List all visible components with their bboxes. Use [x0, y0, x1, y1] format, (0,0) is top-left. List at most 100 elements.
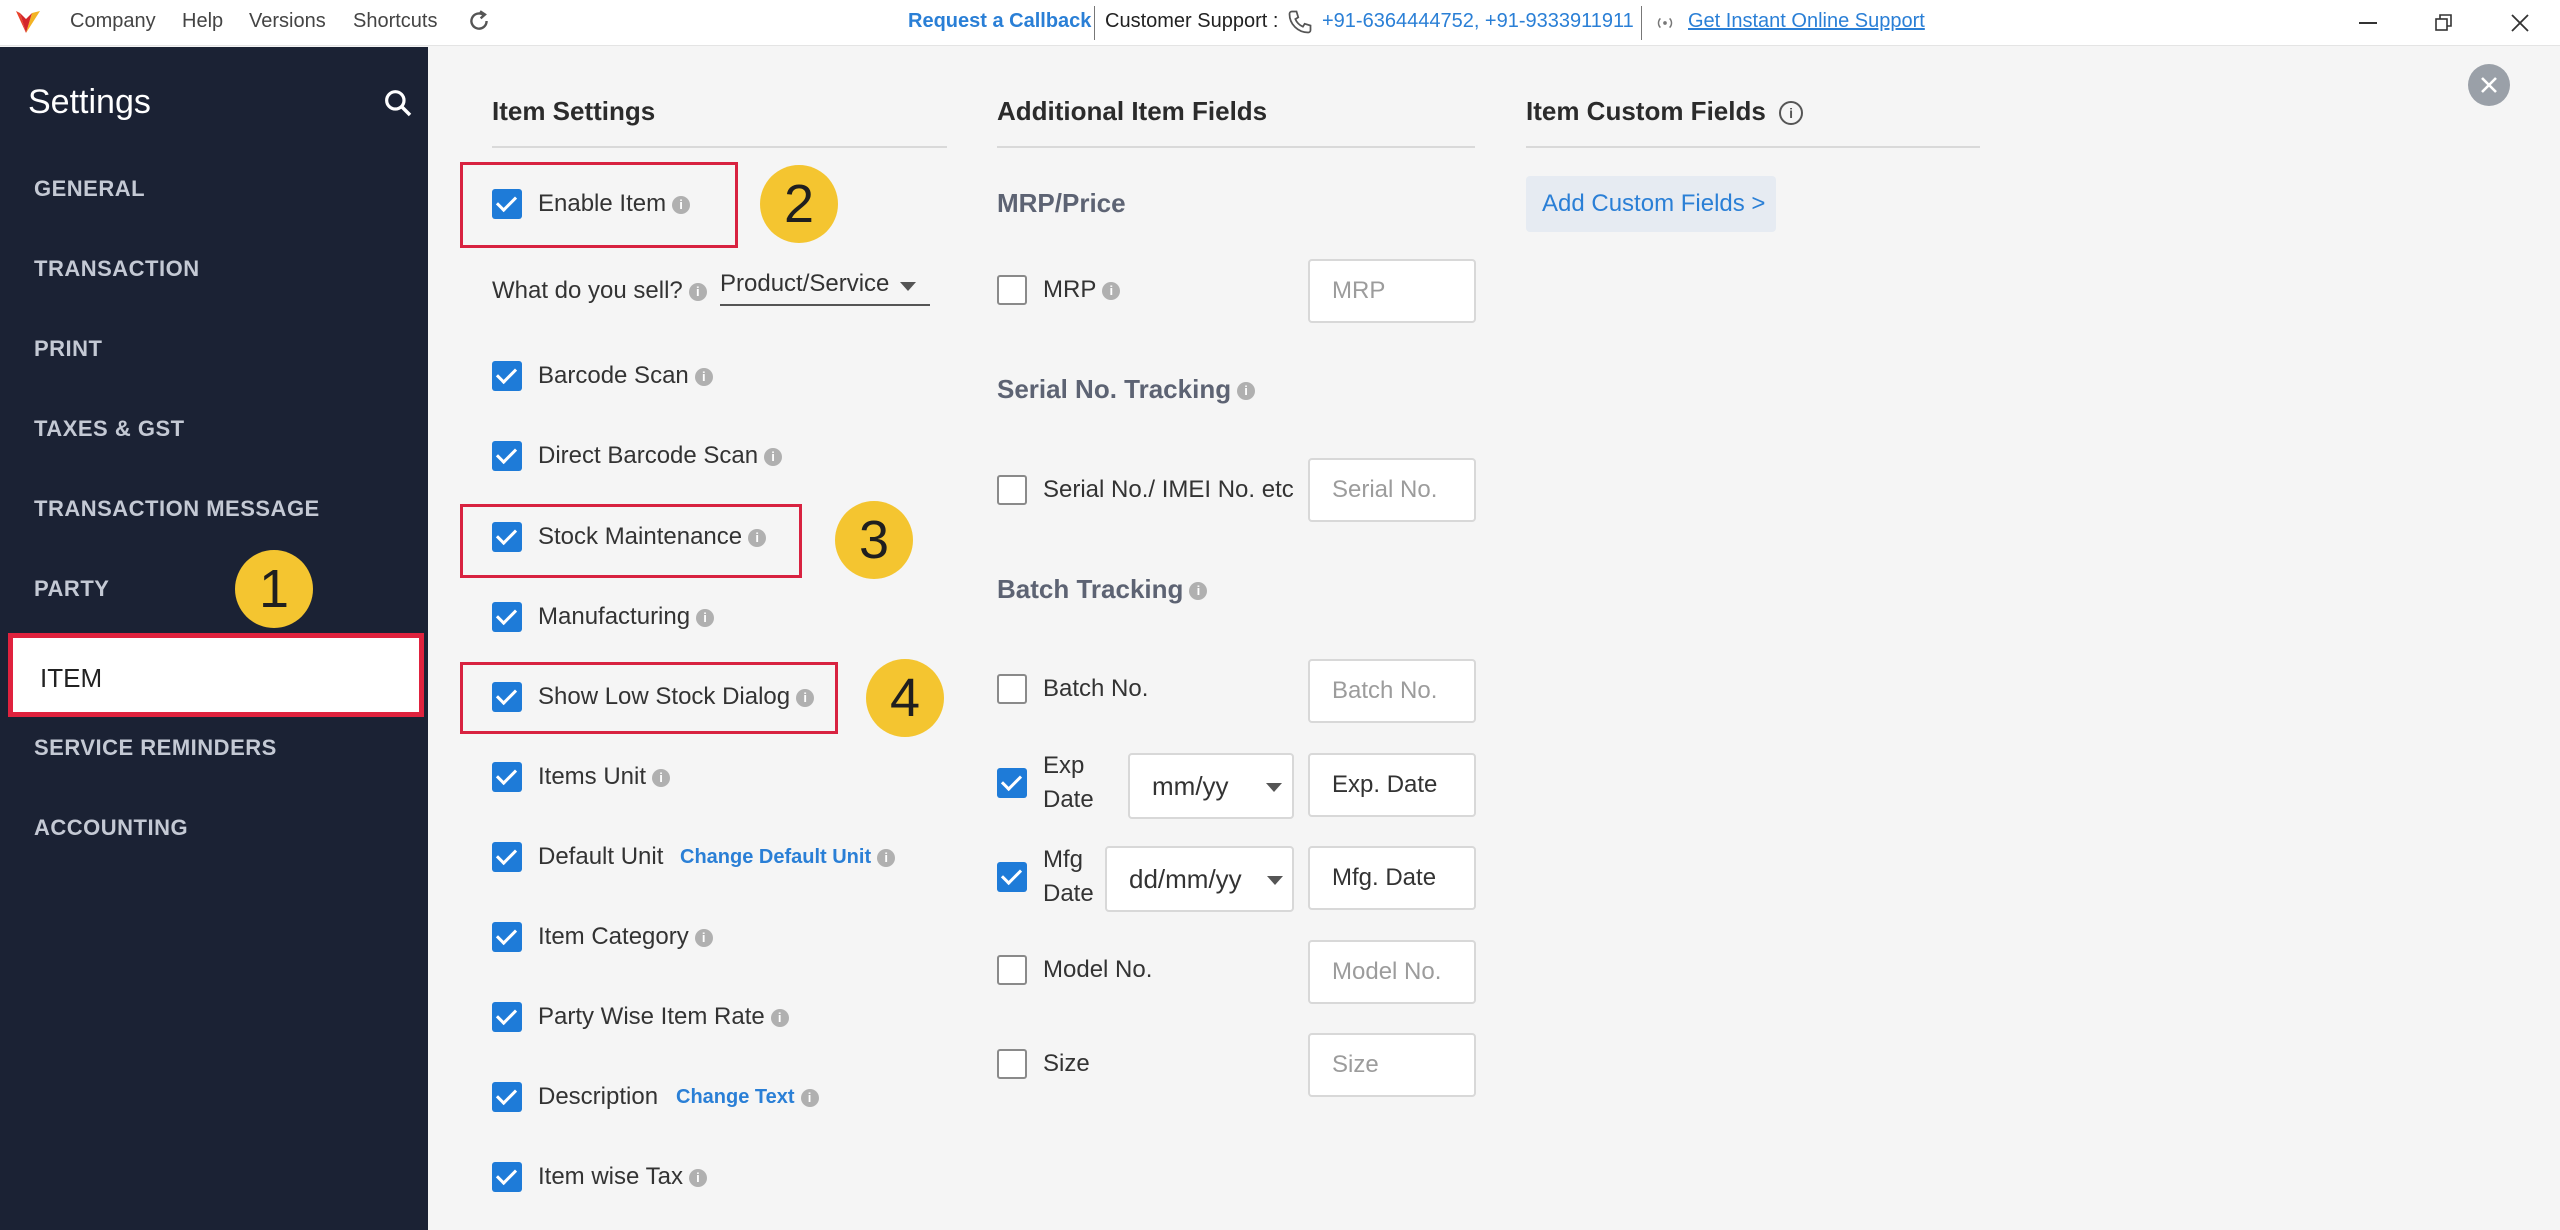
sidebar-item-accounting[interactable]: ACCOUNTING: [34, 815, 188, 841]
info-icon[interactable]: i: [688, 282, 707, 301]
instant-online-support-link[interactable]: Get Instant Online Support: [1688, 10, 1925, 33]
exp-date-checkbox[interactable]: [997, 768, 1027, 798]
info-icon[interactable]: i: [652, 768, 671, 787]
divider: [997, 146, 1475, 148]
sidebar-item-item[interactable]: ITEM: [8, 633, 424, 717]
stock-maintenance-checkbox[interactable]: [492, 522, 522, 552]
option-label: Items Unit i: [538, 763, 671, 791]
sidebar-item-label: ITEM: [40, 663, 103, 693]
chevron-down-icon: [900, 282, 916, 291]
sidebar-item-service-reminders[interactable]: SERVICE REMINDERS: [34, 735, 277, 761]
enable-item-checkbox[interactable]: [492, 189, 522, 219]
settings-sidebar: Settings GENERAL TRANSACTION PRINT TAXES…: [0, 47, 428, 1230]
mfg-date-format-select[interactable]: dd/mm/yy: [1105, 846, 1294, 912]
direct-barcode-scan-checkbox[interactable]: [492, 441, 522, 471]
divider: [1094, 6, 1095, 40]
option-label: Item Category i: [538, 923, 713, 951]
size-input[interactable]: Size: [1308, 1033, 1476, 1097]
restore-icon[interactable]: [2424, 6, 2464, 40]
close-settings-button[interactable]: [2468, 64, 2510, 106]
mfg-date-input[interactable]: Mfg. Date: [1308, 846, 1476, 910]
size-label: Size: [1043, 1050, 1090, 1077]
serial-no-checkbox[interactable]: [997, 475, 1027, 505]
mrp-input[interactable]: MRP: [1308, 259, 1476, 323]
mrp-price-heading: MRP/Price: [997, 188, 1126, 218]
menu-help[interactable]: Help: [182, 10, 223, 33]
divider: [1641, 6, 1642, 40]
info-icon[interactable]: i: [800, 1088, 819, 1107]
barcode-scan-checkbox[interactable]: [492, 361, 522, 391]
info-icon[interactable]: i: [696, 608, 715, 627]
change-text-link[interactable]: Change Text i: [676, 1086, 819, 1109]
menu-versions[interactable]: Versions: [249, 10, 326, 33]
info-icon[interactable]: i: [796, 688, 815, 707]
enable-item-label: Enable Item i: [538, 190, 691, 218]
what-do-you-sell-select[interactable]: Product/Service: [720, 266, 930, 306]
batch-no-input[interactable]: Batch No.: [1308, 659, 1476, 723]
manufacturing-checkbox[interactable]: [492, 602, 522, 632]
info-icon[interactable]: i: [764, 447, 783, 466]
mrp-checkbox[interactable]: [997, 275, 1027, 305]
model-no-label: Model No.: [1043, 956, 1153, 983]
info-icon[interactable]: i: [694, 367, 713, 386]
exp-date-label-line2: Date: [1043, 786, 1094, 813]
menu-shortcuts[interactable]: Shortcuts: [353, 10, 437, 33]
sidebar-item-transaction-message[interactable]: TRANSACTION MESSAGE: [34, 496, 320, 522]
model-no-checkbox[interactable]: [997, 955, 1027, 985]
item-category-checkbox[interactable]: [492, 922, 522, 952]
refresh-icon[interactable]: [466, 8, 492, 34]
show-low-stock-dialog-checkbox[interactable]: [492, 682, 522, 712]
default-unit-checkbox[interactable]: [492, 842, 522, 872]
info-icon[interactable]: i: [748, 528, 767, 547]
search-icon[interactable]: [382, 87, 414, 119]
exp-date-format-select[interactable]: mm/yy: [1128, 753, 1294, 819]
serial-no-label: Serial No./ IMEI No. etc: [1043, 476, 1294, 503]
add-custom-fields-button[interactable]: Add Custom Fields >: [1526, 176, 1776, 232]
option-label: Default Unit: [538, 843, 664, 870]
info-outline-icon[interactable]: i: [1779, 101, 1804, 126]
batch-tracking-heading: Batch Tracking i: [997, 574, 1208, 605]
menu-company[interactable]: Company: [70, 10, 156, 33]
info-icon[interactable]: i: [1102, 281, 1121, 300]
serial-no-input[interactable]: Serial No.: [1308, 458, 1476, 522]
minimize-icon[interactable]: [2348, 6, 2388, 40]
item-settings-header: Item Settings: [492, 96, 656, 126]
batch-no-label: Batch No.: [1043, 675, 1149, 702]
item-wise-tax-checkbox[interactable]: [492, 1162, 522, 1192]
batch-no-checkbox[interactable]: [997, 674, 1027, 704]
exp-date-label-line1: Exp: [1043, 752, 1085, 779]
change-default-unit-link[interactable]: Change Default Unit i: [680, 846, 896, 869]
serial-tracking-heading: Serial No. Tracking i: [997, 374, 1256, 405]
info-icon[interactable]: i: [1237, 382, 1256, 401]
items-unit-checkbox[interactable]: [492, 762, 522, 792]
option-label: Stock Maintenance i: [538, 523, 767, 551]
option-label: Show Low Stock Dialog i: [538, 683, 815, 711]
exp-date-input[interactable]: Exp. Date: [1308, 753, 1476, 817]
app-logo-icon: [16, 11, 40, 33]
model-no-input[interactable]: Model No.: [1308, 940, 1476, 1004]
option-label: Item wise Tax i: [538, 1163, 707, 1191]
info-icon[interactable]: i: [1189, 582, 1208, 601]
info-icon[interactable]: i: [672, 195, 691, 214]
info-icon[interactable]: i: [877, 848, 896, 867]
additional-item-fields-header: Additional Item Fields: [997, 96, 1268, 126]
sidebar-item-print[interactable]: PRINT: [34, 336, 103, 362]
option-label: Description: [538, 1083, 659, 1110]
party-wise-item-rate-checkbox[interactable]: [492, 1002, 522, 1032]
size-checkbox[interactable]: [997, 1049, 1027, 1079]
info-icon[interactable]: i: [770, 1008, 789, 1027]
sidebar-item-party[interactable]: PARTY: [34, 576, 109, 602]
sidebar-item-transaction[interactable]: TRANSACTION: [34, 256, 200, 282]
info-icon[interactable]: i: [688, 1168, 707, 1187]
chevron-down-icon: [1267, 876, 1283, 885]
what-do-you-sell-label: What do you sell? i: [492, 277, 707, 305]
info-icon[interactable]: i: [694, 928, 713, 947]
option-label: Direct Barcode Scan i: [538, 442, 783, 470]
sidebar-item-general[interactable]: GENERAL: [34, 176, 145, 202]
sidebar-item-taxes-gst[interactable]: TAXES & GST: [34, 416, 185, 442]
support-phones[interactable]: +91-6364444752, +91-9333911911: [1322, 10, 1634, 33]
request-callback-link[interactable]: Request a Callback: [908, 10, 1091, 33]
mfg-date-checkbox[interactable]: [997, 862, 1027, 892]
close-window-icon[interactable]: [2500, 6, 2540, 40]
description-checkbox[interactable]: [492, 1082, 522, 1112]
